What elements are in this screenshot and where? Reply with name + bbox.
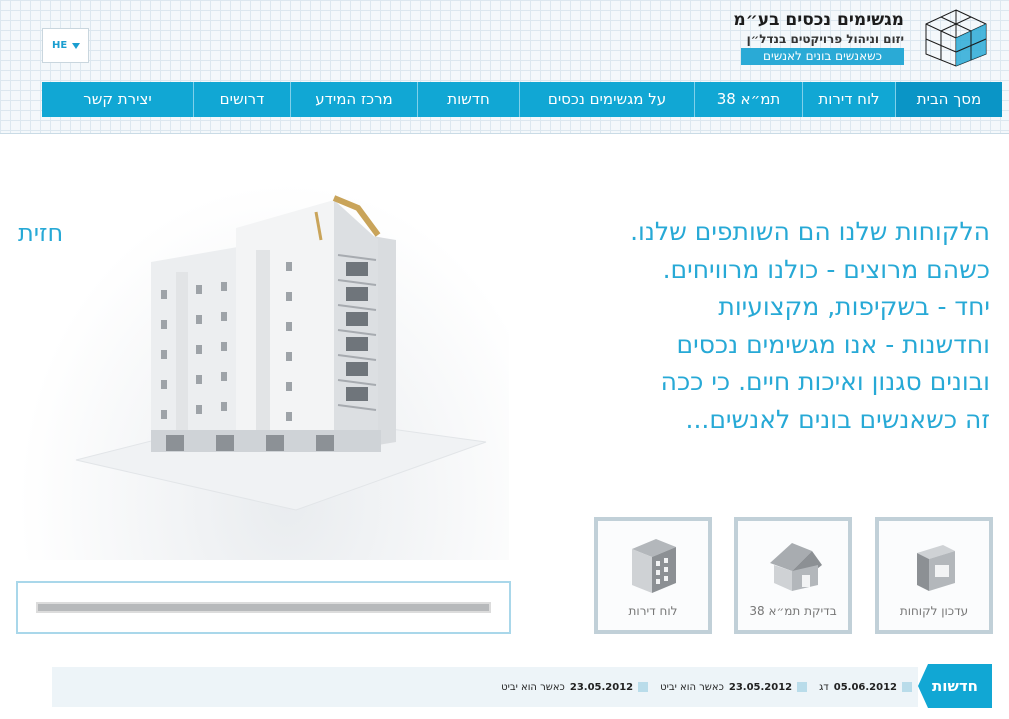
bullet-square-icon: [902, 682, 912, 692]
nav-item-home[interactable]: מסך הבית: [895, 82, 1002, 117]
bullet-square-icon: [797, 682, 808, 692]
tile-label: לוח דירות: [628, 604, 678, 618]
nav-item-tama38[interactable]: תמ״א 38: [694, 82, 802, 117]
quick-links: עדכון לקוחות בדיקת תמ״א 38 לוח דירות: [594, 517, 993, 634]
slogan-line: ובונים סגנון ואיכות חיים. כי ככה: [660, 367, 990, 396]
news-text: כאשר הוא יביט: [660, 681, 724, 693]
news-tab[interactable]: חדשות: [918, 664, 992, 708]
building-image: [16, 180, 509, 560]
logo-tagline: כשאנשים בונים לאנשים: [741, 48, 904, 65]
tile-tama38-check[interactable]: בדיקת תמ״א 38: [734, 517, 852, 634]
site-header: מגשימים נכסים בע״מ יזום וניהול פרויקטים …: [0, 0, 1009, 134]
main-nav: מסך הבית לוח דירות תמ״א 38 על מגשימים נכ…: [42, 82, 1002, 117]
nav-item-info-center[interactable]: מרכז המידע: [290, 82, 417, 117]
news-date: 23.05.2012: [728, 681, 793, 693]
slogan-line: כשהם מרוצים - כולנו מרוויחים.: [662, 254, 990, 284]
logo-title: מגשימים נכסים בע״מ: [733, 10, 904, 30]
news-text: דג: [819, 681, 829, 693]
news-items: 05.06.2012 דג 23.05.2012 כאשר הוא יביט 2…: [500, 679, 912, 695]
slogan-line: הלקוחות שלנו הם השותפים שלנו.: [630, 217, 990, 246]
logo-cube-icon: [925, 9, 987, 67]
tile-apartments[interactable]: לוח דירות: [594, 517, 712, 634]
news-date: 23.05.2012: [569, 681, 634, 693]
news-item[interactable]: 05.06.2012 דג: [819, 679, 912, 695]
nav-item-careers[interactable]: דרושים: [193, 82, 290, 117]
slogan: הלקוחות שלנו הם השותפים שלנו. כשהם מרוצי…: [570, 213, 990, 438]
language-selector[interactable]: HE: [42, 28, 89, 63]
nav-item-apartments[interactable]: לוח דירות: [802, 82, 895, 117]
building-illustration: [75, 195, 487, 511]
house-icon: [770, 543, 822, 591]
slider-track[interactable]: [36, 602, 491, 613]
building-icon: [632, 539, 676, 593]
site-logo[interactable]: מגשימים נכסים בע״מ יזום וניהול פרויקטים …: [733, 8, 999, 68]
news-date: 05.06.2012: [833, 681, 897, 693]
news-text: כאשר הוא יביט: [501, 681, 565, 693]
mailbox-icon: [917, 545, 955, 591]
tile-label: עדכון לקוחות: [899, 604, 969, 618]
nav-item-news[interactable]: חדשות: [417, 82, 519, 117]
bullet-square-icon: [638, 682, 649, 692]
tile-customer-update[interactable]: עדכון לקוחות: [875, 517, 993, 634]
slogan-line: זה כשאנשים בונים לאנשים...: [685, 404, 991, 434]
image-slider[interactable]: [16, 581, 511, 634]
tile-label: בדיקת תמ״א 38: [749, 604, 837, 618]
language-label: HE: [52, 40, 68, 51]
news-item[interactable]: 23.05.2012 כאשר הוא יביט: [660, 679, 808, 695]
news-item[interactable]: 23.05.2012 כאשר הוא יביט: [501, 679, 649, 695]
logo-subtitle: יזום וניהול פרויקטים בנדל״ן: [746, 32, 904, 46]
vision-label[interactable]: חזית: [18, 219, 63, 247]
nav-item-about[interactable]: על מגשימים נכסים: [519, 82, 694, 117]
chevron-down-icon: [72, 43, 80, 49]
slogan-line: וחדשנות - אנו מגשימים נכסים: [676, 329, 990, 359]
nav-item-contact[interactable]: יצירת קשר: [42, 82, 193, 117]
slogan-line: יחד - בשקיפות, מקצועיות: [718, 292, 990, 321]
